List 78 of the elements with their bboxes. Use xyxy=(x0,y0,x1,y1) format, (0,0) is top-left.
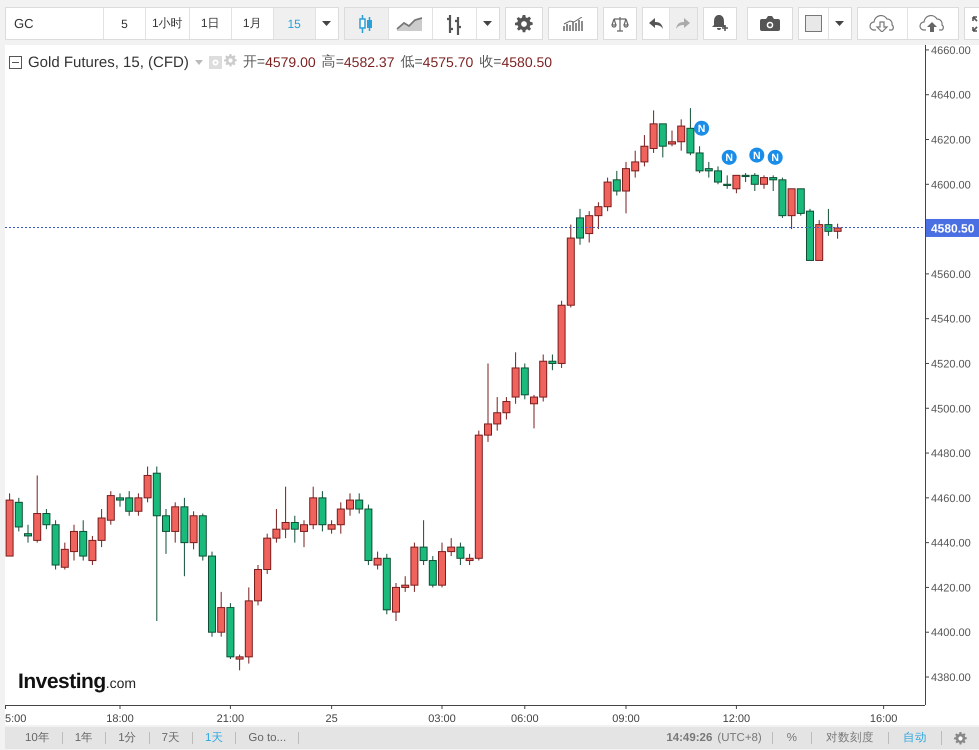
range-button[interactable]: 1年 xyxy=(62,732,106,744)
time-axis-label: 5:00 xyxy=(5,713,26,725)
cloud-download-icon xyxy=(868,15,896,32)
range-button[interactable]: 7天 xyxy=(150,732,194,744)
ohlc-bars-icon xyxy=(445,12,464,34)
price-axis-label: 4640.00 xyxy=(931,90,971,102)
candlestick-icon xyxy=(359,14,374,32)
scales-icon xyxy=(610,16,629,32)
candlestick xyxy=(650,110,658,154)
price-axis-label: 4440.00 xyxy=(931,538,971,550)
candlestick xyxy=(640,134,648,167)
time-axis-label: 06:00 xyxy=(511,713,539,725)
scale-option-button[interactable]: % xyxy=(772,732,811,744)
price-axis-label: 4540.00 xyxy=(931,314,971,326)
interval-button[interactable]: 15 xyxy=(274,8,316,39)
indicators-icon xyxy=(562,16,583,30)
candlestick xyxy=(79,520,88,562)
clock-time: 14:49:26 xyxy=(666,732,712,744)
ohlc-label: 开= xyxy=(242,53,266,71)
investing-logo: Investing.com xyxy=(18,670,136,694)
time-axis-label: 25 xyxy=(325,713,338,725)
undo-arrow-icon xyxy=(648,18,663,30)
cloud-upload-icon xyxy=(919,15,946,32)
ohlc-value: 4582.37 xyxy=(344,54,394,70)
collapse-icon[interactable] xyxy=(9,56,22,68)
time-axis-label: 09:00 xyxy=(612,713,640,725)
ohlc-label: 收= xyxy=(479,53,502,71)
candlestick xyxy=(263,533,272,574)
price-axis-label: 4520.00 xyxy=(931,358,971,370)
news-marker[interactable]: N xyxy=(694,120,710,136)
time-axis-label: 18:00 xyxy=(106,713,134,725)
caret-icon xyxy=(322,21,332,26)
price-axis-label: 4660.00 xyxy=(931,45,971,57)
area-chart-icon xyxy=(396,16,424,30)
last-price-tag: 4580.50 xyxy=(926,218,979,237)
ohlc-value: 4580.50 xyxy=(501,54,552,70)
price-axis-label: 4480.00 xyxy=(931,448,971,460)
range-button[interactable]: Go to... xyxy=(236,732,300,744)
time-axis-label: 12:00 xyxy=(722,713,750,725)
ohlc-label: 高= xyxy=(322,53,344,71)
news-marker[interactable]: N xyxy=(768,150,783,165)
ohlc-value: 4575.70 xyxy=(422,54,474,70)
range-button[interactable]: 1分 xyxy=(106,732,150,744)
camera-icon xyxy=(760,16,780,31)
price-axis-label: 4560.00 xyxy=(931,268,971,281)
price-axis-label: 4500.00 xyxy=(931,403,971,416)
caret-icon xyxy=(483,21,492,26)
candlestick xyxy=(98,508,106,548)
color-swatch-icon xyxy=(804,15,822,32)
candlestick xyxy=(585,210,594,244)
ohlc-value: 4579.00 xyxy=(265,54,316,70)
range-button[interactable]: 10年 xyxy=(13,732,63,744)
candlestick xyxy=(604,177,612,212)
price-axis-label: 4380.00 xyxy=(931,672,971,684)
price-axis-label: 4600.00 xyxy=(931,179,971,192)
time-axis-label: 16:00 xyxy=(870,713,898,725)
settings-icon xyxy=(954,732,967,744)
settings-icon xyxy=(224,54,237,66)
candlestick xyxy=(88,535,96,566)
time-axis-label: 21:00 xyxy=(216,713,244,725)
time-axis-label: 03:00 xyxy=(428,713,456,725)
scale-option-button[interactable]: 对数刻度 xyxy=(811,732,888,744)
price-axis-label: 4400.00 xyxy=(931,627,971,640)
news-marker[interactable]: N xyxy=(749,148,764,163)
candlestick xyxy=(594,202,602,230)
price-axis-label: 4460.00 xyxy=(931,492,971,505)
timezone-label[interactable]: (UTC+8) xyxy=(717,732,762,744)
settings-icon xyxy=(514,14,533,32)
ohlc-label: 低= xyxy=(400,53,423,71)
candlestick xyxy=(520,362,529,400)
bell-plus-icon xyxy=(710,15,729,32)
news-marker[interactable]: N xyxy=(722,150,737,165)
price-axis-label: 4620.00 xyxy=(931,134,971,146)
candlestick xyxy=(723,174,732,190)
legend-title: Gold Futures, 15, (CFD) xyxy=(28,54,189,70)
redo-arrow-icon xyxy=(676,18,690,30)
price-axis-label: 4420.00 xyxy=(931,582,971,594)
caret-icon xyxy=(835,21,844,26)
